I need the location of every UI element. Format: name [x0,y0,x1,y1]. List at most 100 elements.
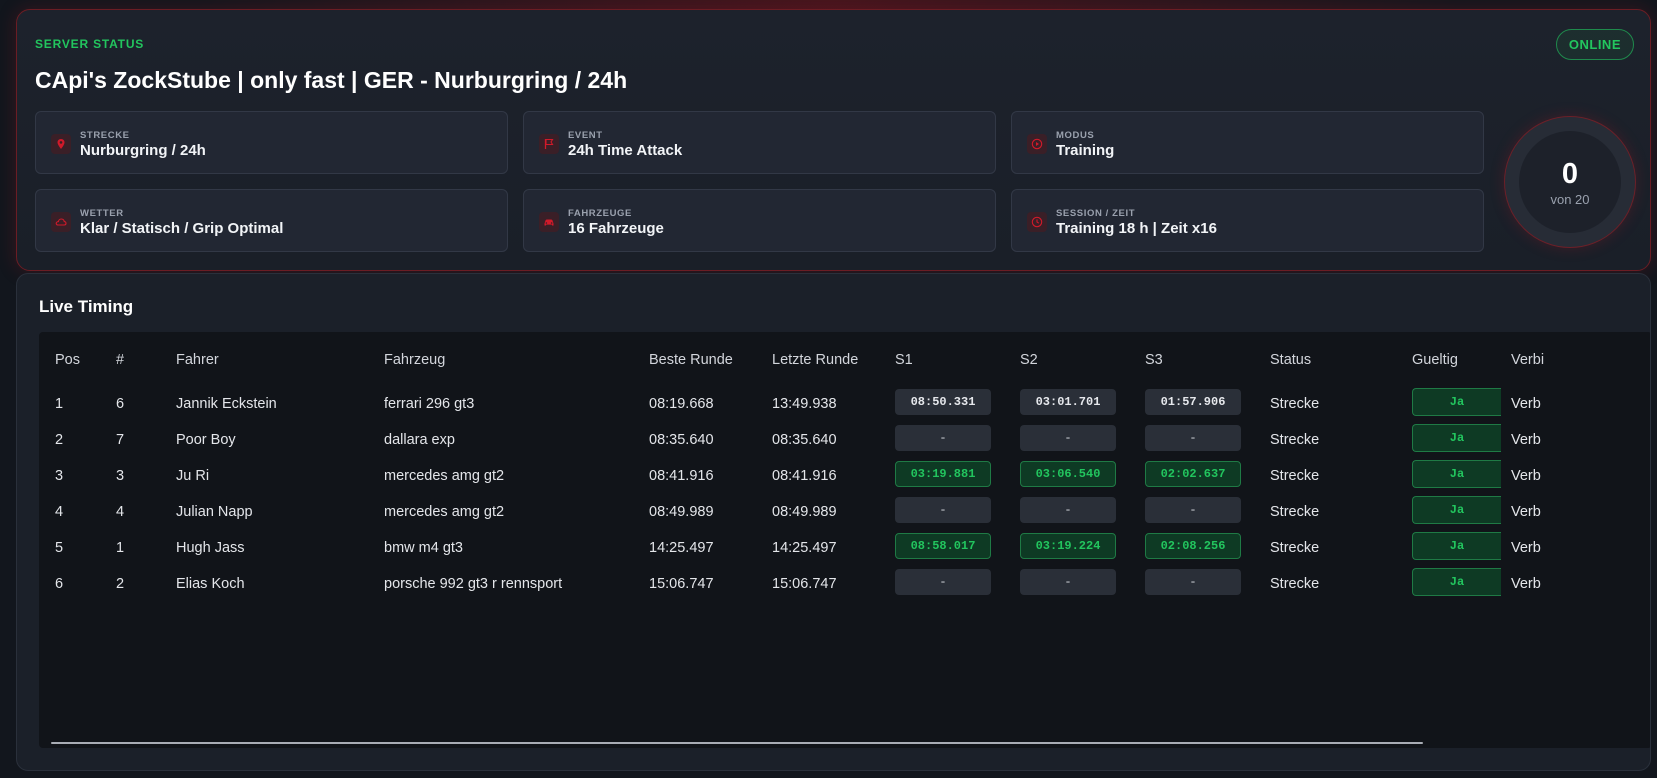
sector-s2-chip: 03:01.701 [1020,389,1116,415]
cell-driver: Poor Boy [176,432,236,448]
column-header-valid: Gueltig [1412,352,1458,368]
cell-num: 4 [116,504,125,520]
valid-badge: Ja [1412,532,1501,560]
column-header-s1: S1 [895,352,913,368]
clock-icon [1027,212,1047,232]
sector-s3-chip: 02:08.256 [1145,533,1241,559]
valid-badge: Ja [1412,424,1501,452]
column-header-best: Beste Runde [649,352,733,368]
sector-s3-chip: 01:57.906 [1145,389,1241,415]
valid-badge: Ja [1412,568,1501,596]
cell-driver: Hugh Jass [176,540,245,556]
cell-car: mercedes amg gt2 [384,468,505,484]
column-header-s3: S3 [1145,352,1163,368]
sector-s3-chip: - [1145,569,1241,595]
cell-best: 08:19.668 [649,396,714,412]
server-status-card: SERVER STATUS CApi's ZockStube | only fa… [16,9,1651,271]
cell-car: bmw m4 gt3 [384,540,463,556]
cell-last: 08:49.989 [772,504,837,520]
column-header-conn: Verbi [1511,352,1545,368]
sector-s1-chip: 03:19.881 [895,461,991,487]
column-header-num: # [116,352,125,368]
live-timing-table[interactable]: Pos # Fahrer Fahrzeug Beste Runde Letzte Rund… [39,332,1650,748]
cell-status: Strecke [1270,540,1320,556]
live-timing-card: Live Timing Pos # Fahrer Fahrzeug Beste Rund… [16,273,1651,771]
sector-s3-chip: - [1145,497,1241,523]
cell-conn: Verb [1511,468,1541,484]
sector-s2-chip: 03:06.540 [1020,461,1116,487]
cell-last: 14:25.497 [772,540,837,556]
cell-num: 1 [116,540,125,556]
info-label: SESSION / ZEIT [1056,208,1136,219]
cell-num: 6 [116,396,125,412]
cell-conn: Verb [1511,576,1541,592]
cell-driver: Elias Koch [176,576,245,592]
info-value: 16 Fahrzeuge [568,220,664,237]
column-header-driver: Fahrer [176,352,219,368]
cell-driver: Ju Ri [176,468,210,484]
column-header-s2: S2 [1020,352,1038,368]
info-box-wetter: WETTER Klar / Statisch / Grip Optimal [35,189,508,252]
player-count: 0 [1561,157,1579,190]
info-label: FAHRZEUGE [568,208,632,219]
cell-num: 2 [116,576,125,592]
cell-conn: Verb [1511,432,1541,448]
column-header-car: Fahrzeug [384,352,446,368]
cell-car: porsche 992 gt3 r rennsport [384,576,563,592]
sector-s1-chip: 08:50.331 [895,389,991,415]
cell-conn: Verb [1511,540,1541,556]
cell-best: 08:41.916 [649,468,714,484]
cell-pos: 6 [55,576,64,592]
cell-num: 3 [116,468,125,484]
column-header-last: Letzte Runde [772,352,859,368]
cell-last: 13:49.938 [772,396,837,412]
info-value: Klar / Statisch / Grip Optimal [80,220,284,237]
cloud-icon [51,212,71,232]
location-pin-icon [51,134,71,154]
cell-pos: 4 [55,504,64,520]
cell-car: dallara exp [384,432,455,448]
player-count-ring: 0 von 20 [1504,116,1636,248]
cell-car: mercedes amg gt2 [384,504,505,520]
info-box-fahrzeuge: FAHRZEUGE 16 Fahrzeuge [523,189,996,252]
info-label: MODUS [1056,130,1095,141]
sector-s3-chip: 02:02.637 [1145,461,1241,487]
column-header-pos: Pos [55,352,80,368]
player-count-inner: 0 von 20 [1519,131,1621,233]
cell-best: 14:25.497 [649,540,714,556]
horizontal-scrollbar[interactable] [51,742,1423,744]
info-box-session-zeit: SESSION / ZEIT Training 18 h | Zeit x16 [1011,189,1484,252]
cell-driver: Jannik Eckstein [176,396,277,412]
cell-pos: 3 [55,468,64,484]
sector-s2-chip: - [1020,497,1116,523]
sector-s2-chip: 03:19.224 [1020,533,1116,559]
sector-s1-chip: - [895,569,991,595]
cell-status: Strecke [1270,432,1320,448]
cell-pos: 5 [55,540,64,556]
online-status-badge: ONLINE [1555,29,1634,60]
cell-conn: Verb [1511,396,1541,412]
server-info-grid: STRECKE Nurburgring / 24h EVENT 24h Time… [35,111,1484,252]
cell-status: Strecke [1270,576,1320,592]
cell-pos: 1 [55,396,64,412]
cell-best: 08:49.989 [649,504,714,520]
cell-status: Strecke [1270,504,1320,520]
cell-status: Strecke [1270,468,1320,484]
sector-s1-chip: - [895,425,991,451]
sector-s2-chip: - [1020,425,1116,451]
info-box-event: EVENT 24h Time Attack [523,111,996,174]
sector-s1-chip: 08:58.017 [895,533,991,559]
info-box-strecke: STRECKE Nurburgring / 24h [35,111,508,174]
column-header-status: Status [1270,352,1312,368]
car-icon [539,212,559,232]
flag-icon [539,134,559,154]
info-value: Nurburgring / 24h [80,142,206,159]
live-timing-title: Live Timing [39,297,134,316]
cell-conn: Verb [1511,504,1541,520]
cell-last: 08:41.916 [772,468,837,484]
info-value: 24h Time Attack [568,142,683,159]
sector-s3-chip: - [1145,425,1241,451]
cell-last: 08:35.640 [772,432,837,448]
sector-s2-chip: - [1020,569,1116,595]
valid-badge: Ja [1412,388,1501,416]
